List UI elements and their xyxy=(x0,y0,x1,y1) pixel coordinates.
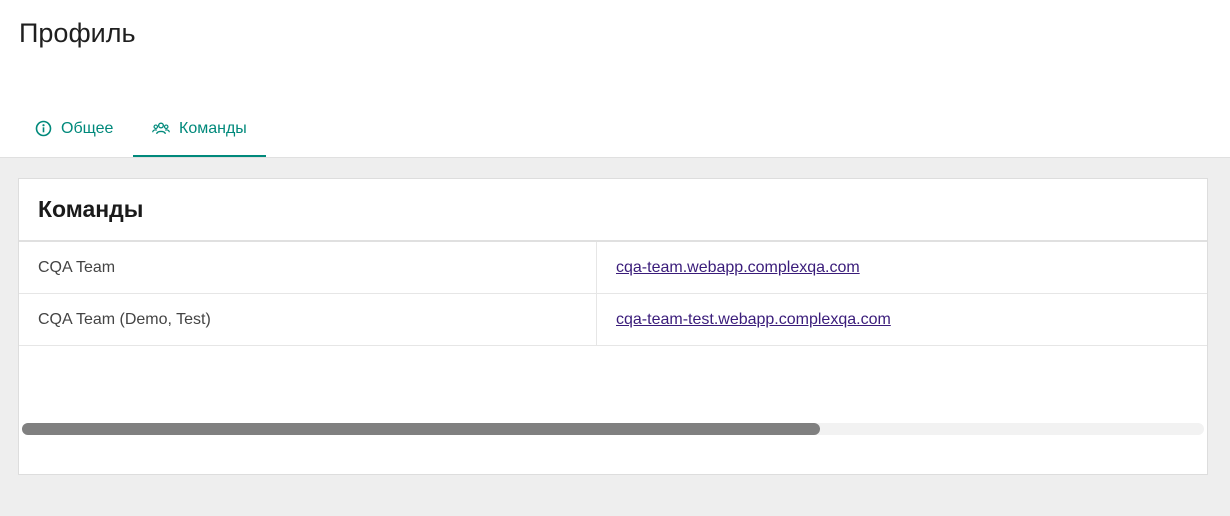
tab-bar: Общее Команды xyxy=(15,100,266,157)
info-circle-icon xyxy=(34,120,52,138)
card-title: Команды xyxy=(38,196,144,222)
table-row: CQA Team (Demo, Test) cqa-team-test.weba… xyxy=(19,294,1207,346)
page-title: Профиль xyxy=(19,18,136,48)
table-row: CQA Team cqa-team.webapp.complexqa.com xyxy=(19,242,1207,294)
team-url-cell: cqa-team.webapp.complexqa.com xyxy=(597,242,1207,293)
team-url-link[interactable]: cqa-team-test.webapp.complexqa.com xyxy=(616,311,891,329)
tab-teams-label: Команды xyxy=(179,119,247,137)
teams-card: Команды CQA Team cqa-team.webapp.complex… xyxy=(18,178,1208,475)
horizontal-scrollbar[interactable] xyxy=(22,423,1204,435)
users-icon xyxy=(152,120,170,138)
page-header: Профиль Общее Команды xyxy=(0,0,1230,157)
team-name: CQA Team xyxy=(19,242,597,293)
teams-table: CQA Team cqa-team.webapp.complexqa.com C… xyxy=(19,240,1207,346)
team-name: CQA Team (Demo, Test) xyxy=(19,294,597,345)
team-url-cell: cqa-team-test.webapp.complexqa.com xyxy=(597,294,1207,345)
content-area: Команды CQA Team cqa-team.webapp.complex… xyxy=(0,157,1230,516)
tab-teams[interactable]: Команды xyxy=(133,100,266,157)
team-url-link[interactable]: cqa-team.webapp.complexqa.com xyxy=(616,259,860,277)
tab-general-label: Общее xyxy=(61,119,114,137)
scrollbar-thumb[interactable] xyxy=(22,423,820,435)
tab-general[interactable]: Общее xyxy=(15,100,133,157)
